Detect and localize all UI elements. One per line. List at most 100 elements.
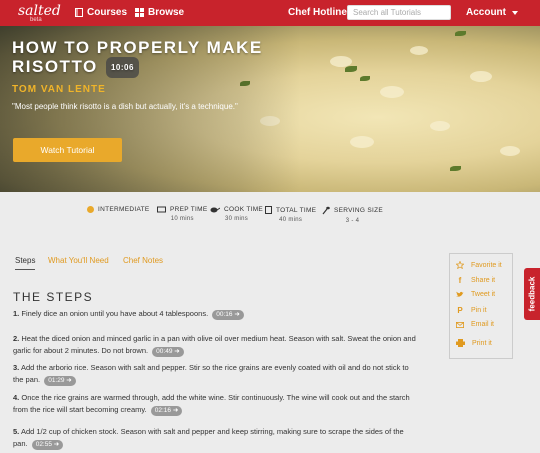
arrow-right-icon: ➜	[234, 311, 240, 318]
nav-courses-label: Courses	[87, 7, 128, 18]
pin-button[interactable]: P Pin it	[456, 306, 487, 315]
serving-size-value: 3 - 4	[345, 218, 360, 224]
nav-browse[interactable]: Browse	[135, 7, 184, 18]
step-text: Add 1/2 cup of chicken stock. Season wit…	[13, 427, 404, 448]
rice-grain	[350, 136, 374, 148]
step-timestamp: 01:29	[48, 377, 65, 384]
hero-banner: HOW TO PROPERLY MAKE RISOTTO 10:06 TOM V…	[0, 26, 540, 192]
share-label: Share it	[471, 277, 496, 284]
step-timestamp-button[interactable]: 00:16 ➜	[212, 310, 244, 320]
step-timestamp: 02:55	[35, 441, 52, 448]
total-time-label: TOTAL TIME	[276, 206, 317, 214]
feedback-label: feedback	[527, 276, 537, 312]
thyme-leaf	[450, 166, 461, 171]
pan-icon	[210, 207, 220, 213]
cook-time-label: COOK TIME	[224, 206, 264, 213]
favorite-button[interactable]: Favorite it	[456, 261, 502, 269]
step-item: 2. Heat the diced onion and minced garli…	[13, 333, 418, 357]
prep-time-label: PREP TIME	[170, 206, 208, 213]
nav-account[interactable]: Account	[466, 7, 518, 18]
arrow-right-icon: ➜	[66, 377, 72, 384]
step-number: 5.	[13, 427, 20, 436]
nav-account-label: Account	[466, 7, 506, 18]
step-item: 3. Add the arborio rice. Season with sal…	[13, 362, 418, 386]
tab-what-youll-need[interactable]: What You'll Need	[48, 256, 109, 265]
thyme-leaf	[360, 76, 370, 81]
cook-time-value: 30 mins	[224, 216, 249, 222]
email-button[interactable]: Email it	[456, 321, 494, 328]
nav-courses[interactable]: Courses	[75, 7, 127, 18]
pin-label: Pin it	[471, 307, 487, 314]
rice-grain	[410, 46, 428, 55]
favorite-label: Favorite it	[471, 261, 502, 269]
step-timestamp: 02:16	[154, 407, 172, 414]
feedback-tab[interactable]: feedback	[524, 268, 540, 320]
search-input[interactable]	[347, 5, 451, 20]
print-button[interactable]: Print it	[456, 339, 492, 347]
step-number: 2.	[13, 334, 20, 343]
difficulty-info: INTERMEDIATE	[87, 206, 150, 213]
print-label: Print it	[472, 339, 492, 347]
tab-chef-notes[interactable]: Chef Notes	[123, 256, 163, 265]
steps-heading: THE STEPS	[13, 290, 94, 304]
step-timestamp-button[interactable]: 01:29 ➜	[44, 376, 76, 386]
tab-steps[interactable]: Steps	[15, 256, 36, 270]
difficulty-dot-icon	[87, 206, 94, 213]
arrow-right-icon: ➜	[53, 441, 60, 448]
twitter-bird-icon	[456, 291, 464, 297]
facebook-icon: f	[458, 276, 462, 285]
top-nav: salted beta Courses Browse Chef Hotline …	[0, 0, 540, 26]
timer-icon	[265, 206, 272, 214]
author-name[interactable]: TOM VAN LENTE	[12, 84, 106, 95]
pinterest-icon: P	[457, 306, 463, 315]
rice-grain	[430, 121, 450, 131]
rice-grain	[380, 86, 404, 98]
share-panel: Favorite it f Share it Tweet it P Pin it…	[449, 253, 513, 359]
thyme-leaf	[455, 31, 466, 36]
step-item: 5. Add 1/2 cup of chicken stock. Season …	[13, 426, 418, 450]
step-number: 1.	[13, 309, 20, 318]
thyme-leaf	[345, 66, 357, 72]
envelope-icon	[456, 321, 464, 328]
total-time-info: TOTAL TIME 40 mins	[265, 206, 316, 223]
cutting-board-icon	[157, 206, 166, 213]
tweet-label: Tweet it	[471, 291, 496, 298]
rice-grain	[470, 71, 492, 82]
step-item: 1. Finely dice an onion until you have a…	[13, 308, 418, 320]
arrow-right-icon: ➜	[172, 407, 179, 414]
step-timestamp-button[interactable]: 00:49 ➜	[152, 347, 184, 357]
tweet-button[interactable]: Tweet it	[456, 291, 495, 298]
step-timestamp-button[interactable]: 02:16 ➜	[150, 406, 183, 416]
duration-badge: 10:06	[105, 57, 139, 79]
cook-time-info: COOK TIME 30 mins	[210, 206, 263, 222]
serving-size-label: SERVING SIZE	[334, 207, 383, 214]
grid-icon	[135, 8, 144, 17]
step-number: 3.	[13, 363, 20, 372]
chevron-down-icon	[512, 10, 518, 15]
serving-size-info: SERVING SIZE 3 - 4	[322, 206, 383, 224]
total-time-value: 40 mins	[279, 217, 303, 223]
star-icon	[456, 261, 464, 269]
step-text: Once the rice grains are warmed through,…	[13, 393, 410, 414]
email-label: Email it	[471, 321, 494, 328]
prep-time-info: PREP TIME 10 mins	[157, 206, 208, 222]
difficulty-label: INTERMEDIATE	[98, 206, 150, 213]
watch-tutorial-button[interactable]: Watch Tutorial	[13, 138, 122, 162]
nav-browse-label: Browse	[148, 7, 185, 18]
arrow-right-icon: ➜	[174, 348, 180, 355]
printer-icon	[456, 339, 465, 347]
step-number: 4.	[13, 393, 20, 402]
chef-quote: "Most people think risotto is a dish but…	[12, 102, 238, 111]
step-text: Finely dice an onion until you have abou…	[21, 309, 209, 318]
step-text: Heat the diced onion and minced garlic i…	[13, 334, 416, 355]
nav-chef-hotline[interactable]: Chef Hotline	[288, 7, 347, 18]
step-timestamp: 00:16	[216, 311, 233, 318]
step-timestamp-button[interactable]: 02:55 ➜	[31, 440, 64, 450]
logo-beta-label: beta	[30, 17, 42, 23]
step-timestamp: 00:49	[156, 348, 173, 355]
book-icon	[75, 8, 83, 17]
prep-time-value: 10 mins	[170, 216, 194, 222]
facebook-share-button[interactable]: f Share it	[456, 276, 495, 285]
step-item: 4. Once the rice grains are warmed throu…	[13, 392, 418, 416]
rice-grain	[500, 146, 520, 156]
